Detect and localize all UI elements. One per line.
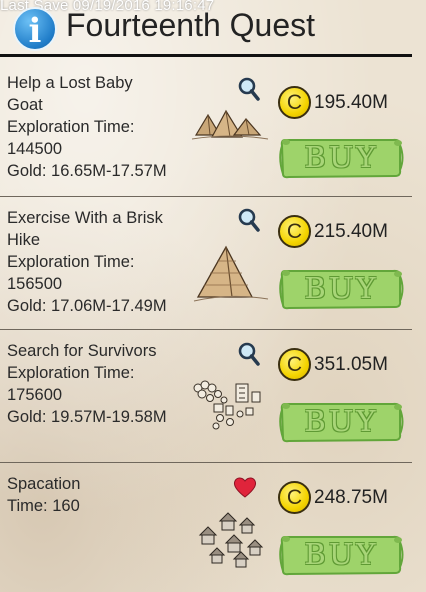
- quest-text-line: Search for Survivors: [7, 342, 157, 360]
- buy-button-label: BUY: [304, 404, 379, 438]
- quest-price: 215.40M: [314, 221, 388, 242]
- quest-description: Exercise With a Brisk Hike Exploration T…: [7, 207, 197, 317]
- coin-icon: C: [278, 86, 311, 119]
- header-bar: Last Save 09/19/2016 19:16:47 i Fourteen…: [0, 0, 426, 57]
- quest-description: Help a Lost Baby Goat Exploration Time: …: [7, 72, 197, 182]
- quest-text-line: 156500: [7, 275, 63, 293]
- coin-glyph: C: [286, 353, 303, 376]
- buy-button[interactable]: BUY: [279, 136, 404, 180]
- quest-text-line: Exploration Time:: [7, 253, 135, 271]
- coin-icon: C: [278, 215, 311, 248]
- quest-text-line: 175600: [7, 386, 63, 404]
- quest-text-line: Goat: [7, 96, 43, 114]
- quest-price: 195.40M: [314, 92, 388, 113]
- quest-text-line: Exercise With a Brisk: [7, 209, 163, 227]
- search-icon[interactable]: [236, 207, 262, 233]
- village-icon: [198, 512, 264, 568]
- quest-text-line: Help a Lost Baby: [7, 74, 133, 92]
- quest-text-line: Gold: 19.57M-19.58M: [7, 408, 167, 426]
- quest-price: 351.05M: [314, 354, 388, 375]
- quest-description: Search for Survivors Exploration Time: 1…: [7, 340, 197, 428]
- coin-glyph: C: [286, 486, 303, 509]
- heart-icon[interactable]: [232, 475, 258, 499]
- buy-button-label: BUY: [304, 271, 379, 305]
- quest-row: Search for Survivors Exploration Time: 1…: [0, 330, 412, 463]
- buy-button[interactable]: BUY: [279, 533, 404, 577]
- buy-button[interactable]: BUY: [279, 267, 404, 311]
- search-icon[interactable]: [236, 341, 262, 367]
- buy-button[interactable]: BUY: [279, 400, 404, 444]
- coin-icon: C: [278, 481, 311, 514]
- quest-text-line: Exploration Time:: [7, 118, 135, 136]
- ruins-icon: [193, 380, 261, 430]
- coin-icon: C: [278, 348, 311, 381]
- quest-row: Exercise With a Brisk Hike Exploration T…: [0, 197, 412, 330]
- pyramids-icon: [191, 109, 269, 140]
- coin-glyph: C: [286, 91, 303, 114]
- quest-price: 248.75M: [314, 487, 388, 508]
- quest-text-line: Spacation: [7, 475, 81, 493]
- pyramid-icon: [193, 245, 269, 302]
- buy-button-label: BUY: [304, 140, 379, 174]
- quest-text-line: Gold: 16.65M-17.57M: [7, 162, 167, 180]
- quest-text-line: 144500: [7, 140, 63, 158]
- quest-row: Spacation Time: 160 C 248.75M BUY: [0, 463, 412, 592]
- quest-text-line: Exploration Time:: [7, 364, 135, 382]
- quest-text-line: Gold: 17.06M-17.49M: [7, 297, 167, 315]
- search-icon[interactable]: [236, 76, 262, 102]
- quest-description: Spacation Time: 160: [7, 473, 197, 517]
- info-icon[interactable]: i: [13, 7, 57, 51]
- coin-glyph: C: [286, 220, 303, 243]
- info-glyph: i: [28, 11, 42, 51]
- page-title: Fourteenth Quest: [66, 7, 316, 43]
- quest-text-line: Hike: [7, 231, 41, 249]
- quest-row: Help a Lost Baby Goat Exploration Time: …: [0, 57, 412, 197]
- buy-button-label: BUY: [304, 537, 379, 571]
- quest-text-line: Time: 160: [7, 497, 80, 515]
